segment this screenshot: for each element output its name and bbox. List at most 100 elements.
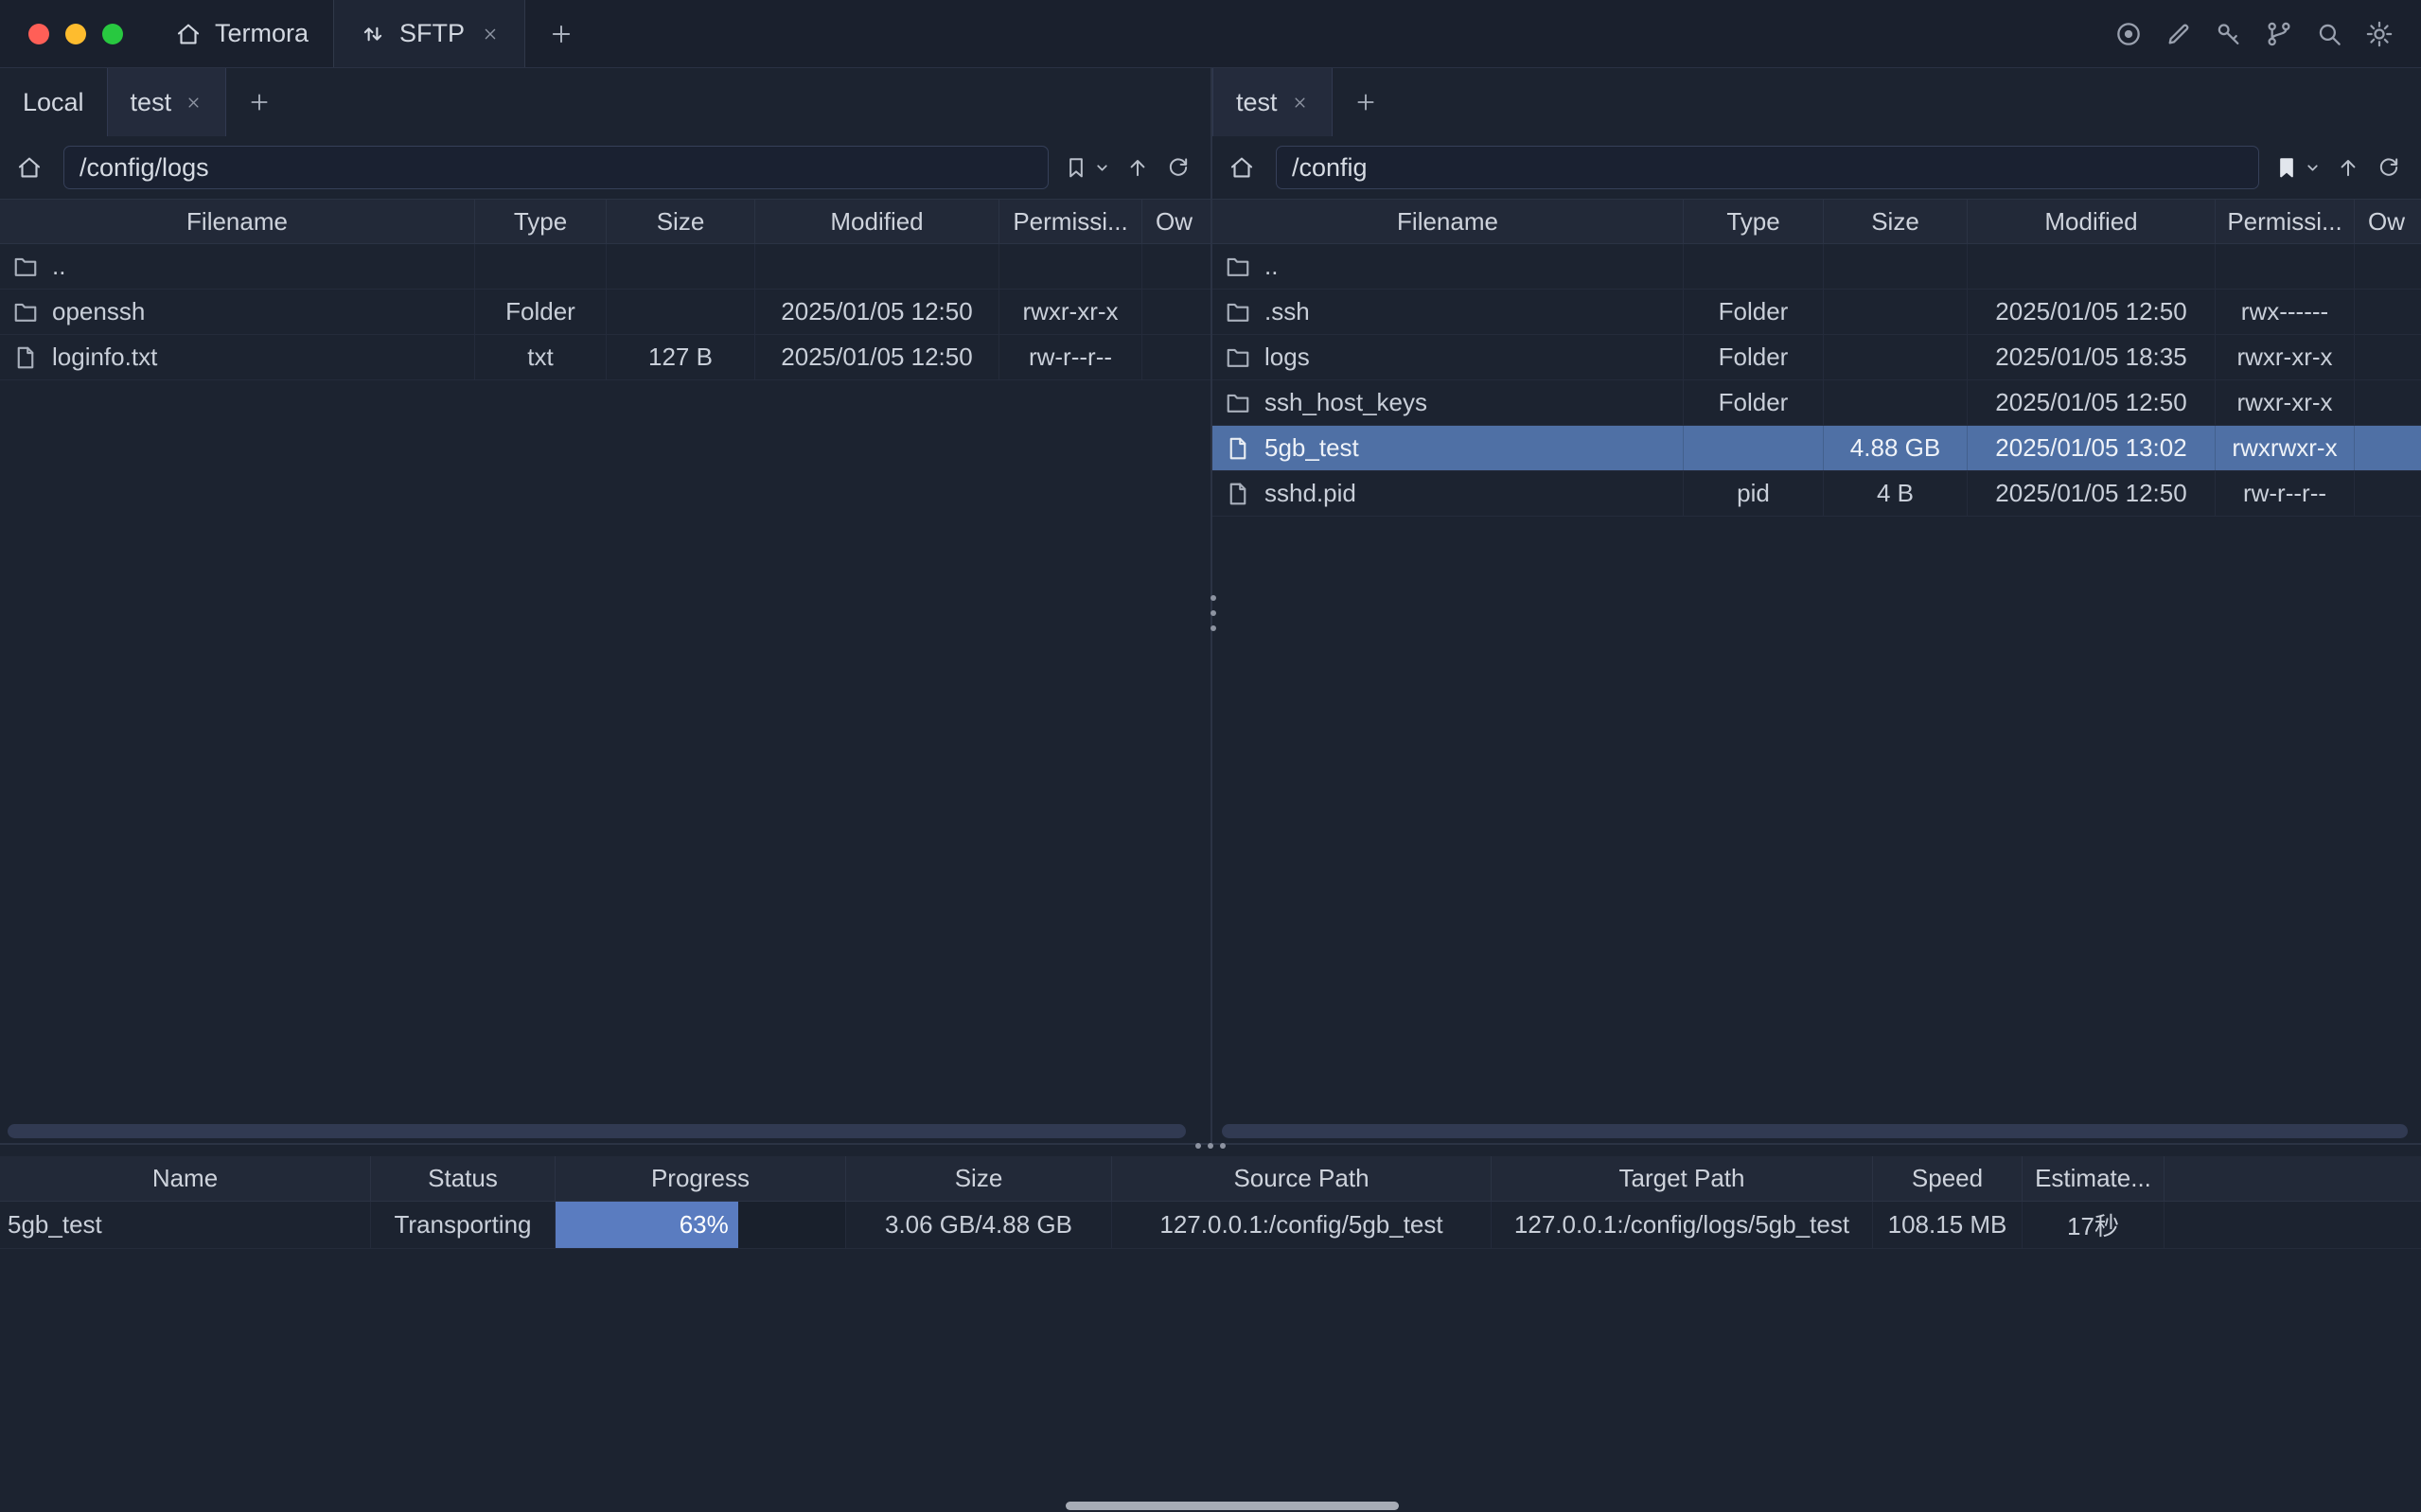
new-tab-button[interactable] [525, 0, 597, 67]
add-tab-button-right[interactable] [1333, 68, 1399, 136]
cell-estimate: 17秒 [2023, 1202, 2165, 1248]
right-pathbar [1212, 136, 2421, 199]
folder-icon [1224, 253, 1252, 281]
horizontal-scrollbar-left[interactable] [8, 1124, 1186, 1138]
parent-directory-button-left[interactable] [1124, 154, 1151, 181]
refresh-button-left[interactable] [1165, 154, 1192, 181]
bookmark-button-left[interactable] [1063, 154, 1089, 181]
tab-local[interactable]: Local [0, 68, 107, 136]
filename-text: logs [1264, 343, 1310, 372]
cell-size [607, 244, 755, 289]
edit-button[interactable] [2164, 19, 2194, 49]
cell-filename: loginfo.txt [0, 335, 475, 379]
path-input-left[interactable] [63, 146, 1049, 189]
minimize-window-button[interactable] [65, 24, 86, 44]
column-header-size[interactable]: Size [1824, 200, 1968, 243]
file-row[interactable]: .. [1212, 244, 2421, 290]
column-header-speed[interactable]: Speed [1873, 1156, 2023, 1201]
cell-owner [2355, 380, 2421, 425]
bookmark-button-right[interactable] [2273, 154, 2300, 181]
column-header-type[interactable]: Type [1684, 200, 1824, 243]
search-button[interactable] [2314, 19, 2344, 49]
cell-type [1684, 426, 1824, 470]
column-header-filename[interactable]: Filename [1212, 200, 1684, 243]
column-header-permissions[interactable]: Permissi... [2216, 200, 2355, 243]
bookmark-dropdown-left[interactable] [1094, 160, 1110, 176]
tab-sftp[interactable]: SFTP [333, 0, 525, 67]
transfer-row[interactable]: 5gb_test Transporting 63% 3.06 GB/4.88 G… [0, 1202, 2421, 1249]
column-header-permissions[interactable]: Permissi... [999, 200, 1142, 243]
cell-modified: 2025/01/05 12:50 [1968, 471, 2216, 516]
panel-splitter-handle[interactable] [1207, 590, 1220, 636]
bookmark-icon [1063, 154, 1089, 181]
cell-size [1824, 380, 1968, 425]
home-icon [174, 20, 203, 48]
file-row[interactable]: loginfo.txt txt 127 B 2025/01/05 12:50 r… [0, 335, 1210, 380]
column-header-modified[interactable]: Modified [1968, 200, 2216, 243]
file-row[interactable]: 5gb_test 4.88 GB 2025/01/05 13:02 rwxrwx… [1212, 426, 2421, 471]
sftp-dual-pane: Local test [0, 68, 2421, 1143]
cell-source-path: 127.0.0.1:/config/5gb_test [1112, 1202, 1492, 1248]
column-header-size[interactable]: Size [846, 1156, 1112, 1201]
file-row[interactable]: .ssh Folder 2025/01/05 12:50 rwx------ [1212, 290, 2421, 335]
tab-test-left[interactable]: test [107, 68, 227, 136]
column-header-estimate[interactable]: Estimate... [2023, 1156, 2165, 1201]
file-list-right: .. [1212, 244, 2421, 1143]
cell-filename: logs [1212, 335, 1684, 379]
close-tab-icon[interactable] [481, 25, 500, 44]
add-tab-button-left[interactable] [226, 68, 292, 136]
cell-filename: 5gb_test [1212, 426, 1684, 470]
port-forwarding-button[interactable] [2264, 19, 2294, 49]
parent-directory-button-right[interactable] [2335, 154, 2361, 181]
tab-sftp-label: SFTP [399, 19, 465, 48]
chevron-down-icon [2305, 160, 2321, 176]
record-button[interactable] [2113, 19, 2144, 49]
file-icon [1224, 434, 1252, 463]
refresh-button-right[interactable] [2376, 154, 2402, 181]
maximize-window-button[interactable] [102, 24, 123, 44]
settings-button[interactable] [2364, 19, 2394, 49]
plus-icon [1353, 90, 1378, 114]
column-header-target-path[interactable]: Target Path [1492, 1156, 1873, 1201]
column-header-source-path[interactable]: Source Path [1112, 1156, 1492, 1201]
transfer-table-header: Name Status Progress Size Source Path Ta… [0, 1156, 2421, 1202]
cell-permissions: rwxrwxr-x [2216, 426, 2355, 470]
horizontal-scrollbar-right[interactable] [1222, 1124, 2408, 1138]
cell-filename: .. [1212, 244, 1684, 289]
titlebar-actions [2113, 0, 2421, 67]
column-header-filename[interactable]: Filename [0, 200, 475, 243]
cell-filler [2165, 1202, 2421, 1248]
progress-label: 63% [680, 1210, 729, 1239]
close-tab-icon[interactable] [1291, 94, 1309, 112]
file-icon [11, 343, 40, 372]
column-header-progress[interactable]: Progress [556, 1156, 846, 1201]
home-button-right[interactable] [1222, 153, 1262, 182]
column-header-type[interactable]: Type [475, 200, 607, 243]
folder-icon [1224, 343, 1252, 372]
close-window-button[interactable] [28, 24, 49, 44]
file-row[interactable]: ssh_host_keys Folder 2025/01/05 12:50 rw… [1212, 380, 2421, 426]
cell-progress: 63% [556, 1202, 846, 1248]
file-row[interactable]: .. [0, 244, 1210, 290]
cell-owner [2355, 290, 2421, 334]
path-input-right[interactable] [1276, 146, 2259, 189]
close-tab-icon[interactable] [185, 94, 203, 112]
window-horizontal-scrollbar[interactable] [1066, 1502, 1399, 1510]
column-header-status[interactable]: Status [371, 1156, 556, 1201]
column-header-owner[interactable]: Ow [1142, 200, 1210, 243]
home-button-left[interactable] [9, 153, 49, 182]
bookmark-dropdown-right[interactable] [2305, 160, 2321, 176]
key-manager-button[interactable] [2214, 19, 2244, 49]
file-row[interactable]: sshd.pid pid 4 B 2025/01/05 12:50 rw-r--… [1212, 471, 2421, 517]
cell-permissions: rw-r--r-- [999, 335, 1142, 379]
transfer-splitter[interactable] [0, 1143, 2421, 1156]
column-header-modified[interactable]: Modified [755, 200, 999, 243]
column-header-name[interactable]: Name [0, 1156, 371, 1201]
tab-termora[interactable]: Termora [150, 0, 333, 67]
file-row[interactable]: logs Folder 2025/01/05 18:35 rwxr-xr-x [1212, 335, 2421, 380]
bookmark-filled-icon [2273, 154, 2300, 181]
column-header-size[interactable]: Size [607, 200, 755, 243]
tab-test-right[interactable]: test [1212, 68, 1333, 136]
column-header-owner[interactable]: Ow [2355, 200, 2421, 243]
file-row[interactable]: openssh Folder 2025/01/05 12:50 rwxr-xr-… [0, 290, 1210, 335]
